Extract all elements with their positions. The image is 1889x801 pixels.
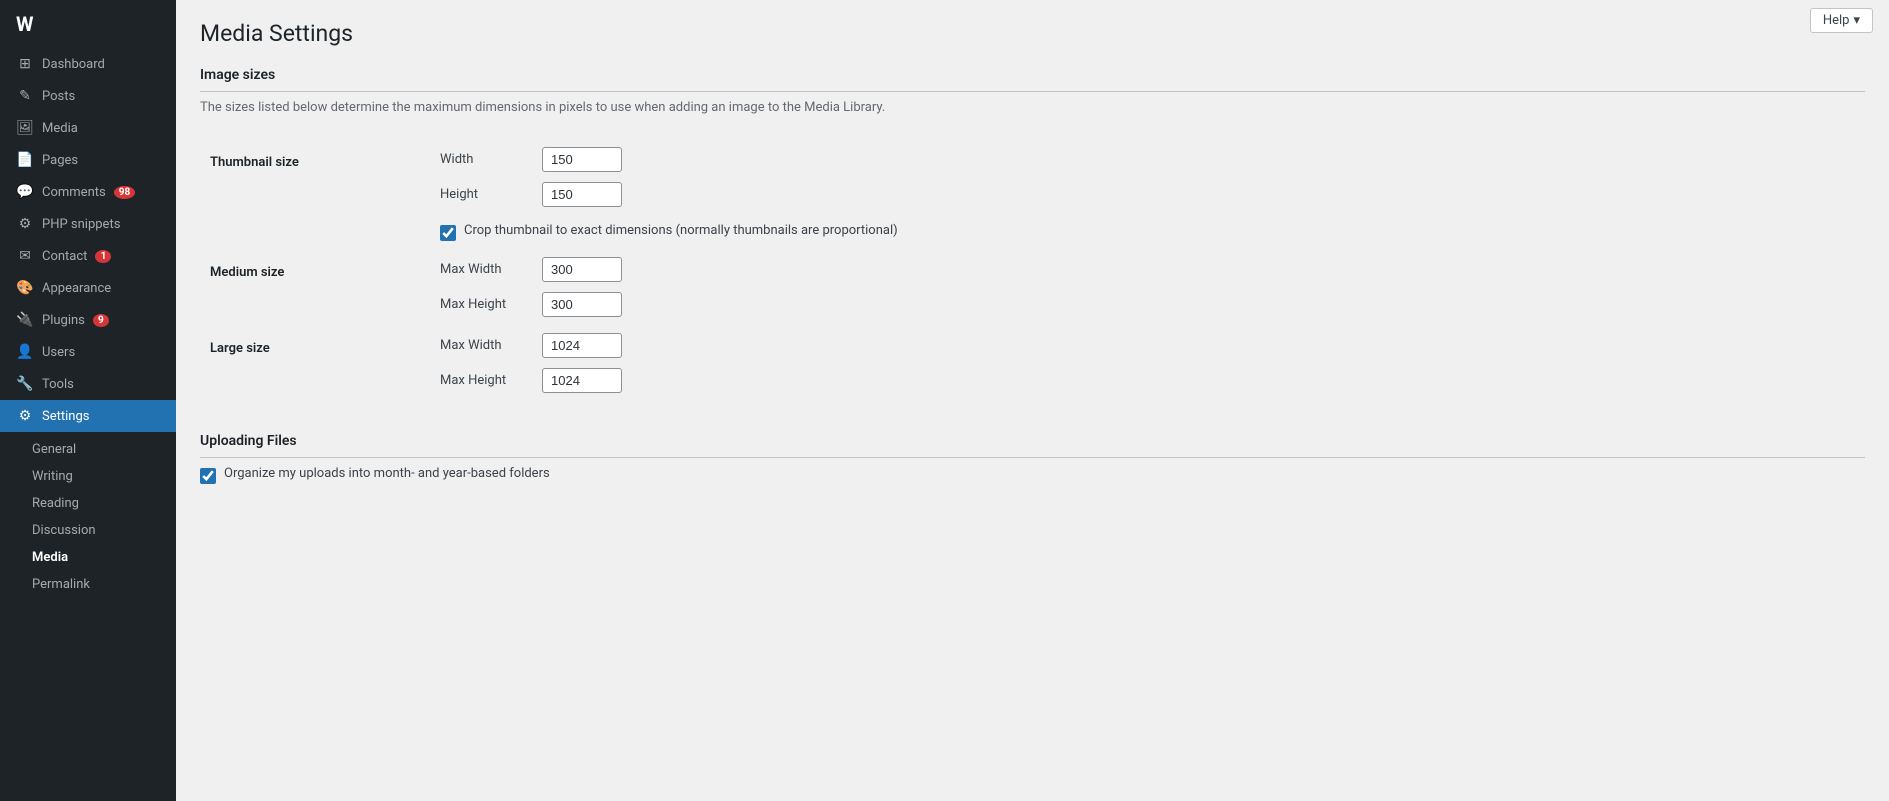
sidebar-item-label: Posts bbox=[42, 89, 75, 104]
large-size-label: Large size bbox=[200, 325, 420, 401]
thumbnail-height-row: Height bbox=[440, 182, 1855, 207]
thumbnail-size-fields: Width Height Crop thumbnail to exact dim… bbox=[420, 139, 1865, 249]
contact-icon: ✉ bbox=[16, 248, 34, 264]
media-icon: 🖼 bbox=[16, 120, 34, 136]
sidebar-item-label: Pages bbox=[42, 153, 78, 168]
sidebar-item-label: Appearance bbox=[42, 281, 111, 296]
thumbnail-size-row: Thumbnail size Width Height bbox=[200, 139, 1865, 249]
page-title: Media Settings bbox=[200, 20, 1865, 47]
sidebar-item-label: Contact bbox=[42, 249, 87, 264]
sidebar-item-appearance[interactable]: 🎨 Appearance bbox=[0, 272, 176, 304]
uploading-files-section: Uploading Files Organize my uploads into… bbox=[200, 433, 1865, 484]
medium-field-group: Max Width Max Height bbox=[440, 257, 1855, 317]
sidebar-item-label: Media bbox=[42, 121, 78, 136]
submenu-item-writing[interactable]: Writing bbox=[0, 463, 176, 490]
plugins-badge: 9 bbox=[93, 314, 109, 327]
sidebar-item-label: Tools bbox=[42, 377, 74, 392]
main-content: Media Settings Image sizes The sizes lis… bbox=[176, 0, 1889, 801]
image-sizes-section: Image sizes The sizes listed below deter… bbox=[200, 67, 1865, 401]
tools-icon: 🔧 bbox=[16, 376, 34, 392]
sidebar-item-media[interactable]: 🖼 Media bbox=[0, 112, 176, 144]
sidebar-item-pages[interactable]: 📄 Pages bbox=[0, 144, 176, 176]
sidebar-item-contact[interactable]: ✉ Contact 1 bbox=[0, 240, 176, 272]
large-field-group: Max Width Max Height bbox=[440, 333, 1855, 393]
sidebar-item-dashboard[interactable]: ⊞ Dashboard bbox=[0, 48, 176, 80]
sidebar-item-label: PHP snippets bbox=[42, 217, 120, 232]
settings-icon: ⚙ bbox=[16, 408, 34, 424]
medium-max-width-label: Max Width bbox=[440, 262, 530, 277]
organize-uploads-checkbox[interactable] bbox=[200, 468, 216, 484]
large-width-row: Max Width bbox=[440, 333, 1855, 358]
uploading-files-title: Uploading Files bbox=[200, 433, 1865, 458]
comments-badge: 98 bbox=[114, 186, 135, 199]
submenu-item-discussion[interactable]: Discussion bbox=[0, 517, 176, 544]
sidebar-item-plugins[interactable]: 🔌 Plugins 9 bbox=[0, 304, 176, 336]
medium-max-height-input[interactable] bbox=[542, 292, 622, 317]
settings-submenu: General Writing Reading Discussion Media… bbox=[0, 432, 176, 602]
medium-size-label: Medium size bbox=[200, 249, 420, 325]
dashboard-icon: ⊞ bbox=[16, 56, 34, 72]
large-max-height-label: Max Height bbox=[440, 373, 530, 388]
medium-width-row: Max Width bbox=[440, 257, 1855, 282]
sidebar-item-tools[interactable]: 🔧 Tools bbox=[0, 368, 176, 400]
submenu-item-permalink[interactable]: Permalink bbox=[0, 571, 176, 598]
submenu-item-media[interactable]: Media bbox=[0, 544, 176, 571]
medium-size-fields: Max Width Max Height bbox=[420, 249, 1865, 325]
sidebar-item-label: Settings bbox=[42, 409, 89, 424]
large-height-row: Max Height bbox=[440, 368, 1855, 393]
sidebar-item-label: Dashboard bbox=[42, 57, 105, 72]
large-max-width-input[interactable] bbox=[542, 333, 622, 358]
thumbnail-crop-label: Crop thumbnail to exact dimensions (norm… bbox=[464, 223, 898, 238]
chevron-down-icon: ▾ bbox=[1853, 13, 1860, 28]
thumbnail-field-group: Width Height Crop thumbnail to exact dim… bbox=[440, 147, 1855, 241]
appearance-icon: 🎨 bbox=[16, 280, 34, 296]
sidebar: W ⊞ Dashboard ✎ Posts 🖼 Media 📄 Pages 💬 … bbox=[0, 0, 176, 801]
sidebar-item-label: Plugins bbox=[42, 313, 85, 328]
medium-size-row: Medium size Max Width Max Height bbox=[200, 249, 1865, 325]
organize-uploads-label: Organize my uploads into month- and year… bbox=[224, 466, 550, 481]
sidebar-logo: W bbox=[0, 0, 176, 48]
large-max-width-label: Max Width bbox=[440, 338, 530, 353]
medium-max-width-input[interactable] bbox=[542, 257, 622, 282]
large-size-row: Large size Max Width Max Height bbox=[200, 325, 1865, 401]
image-sizes-table: Thumbnail size Width Height bbox=[200, 139, 1865, 401]
contact-badge: 1 bbox=[95, 250, 111, 263]
medium-height-row: Max Height bbox=[440, 292, 1855, 317]
medium-max-height-label: Max Height bbox=[440, 297, 530, 312]
sidebar-item-label: Users bbox=[42, 345, 75, 360]
posts-icon: ✎ bbox=[16, 88, 34, 104]
thumbnail-size-label: Thumbnail size bbox=[200, 139, 420, 249]
pages-icon: 📄 bbox=[16, 152, 34, 168]
help-label: Help bbox=[1823, 13, 1850, 28]
sidebar-item-php-snippets[interactable]: ⚙ PHP snippets bbox=[0, 208, 176, 240]
wp-logo-icon: W bbox=[16, 12, 34, 36]
sidebar-item-posts[interactable]: ✎ Posts bbox=[0, 80, 176, 112]
submenu-item-general[interactable]: General bbox=[0, 436, 176, 463]
sidebar-item-users[interactable]: 👤 Users bbox=[0, 336, 176, 368]
users-icon: 👤 bbox=[16, 344, 34, 360]
thumbnail-crop-checkbox[interactable] bbox=[440, 225, 456, 241]
image-sizes-title: Image sizes bbox=[200, 67, 1865, 92]
large-max-height-input[interactable] bbox=[542, 368, 622, 393]
large-size-fields: Max Width Max Height bbox=[420, 325, 1865, 401]
thumbnail-height-label: Height bbox=[440, 187, 530, 202]
sidebar-item-comments[interactable]: 💬 Comments 98 bbox=[0, 176, 176, 208]
sidebar-item-settings[interactable]: ⚙ Settings bbox=[0, 400, 176, 432]
thumbnail-height-input[interactable] bbox=[542, 182, 622, 207]
help-button[interactable]: Help ▾ bbox=[1810, 8, 1873, 33]
thumbnail-width-input[interactable] bbox=[542, 147, 622, 172]
plugins-icon: 🔌 bbox=[16, 312, 34, 328]
thumbnail-crop-row: Crop thumbnail to exact dimensions (norm… bbox=[440, 223, 1855, 241]
thumbnail-width-label: Width bbox=[440, 152, 530, 167]
sidebar-item-label: Comments bbox=[42, 185, 106, 200]
comments-icon: 💬 bbox=[16, 184, 34, 200]
php-snippets-icon: ⚙ bbox=[16, 216, 34, 232]
organize-uploads-row: Organize my uploads into month- and year… bbox=[200, 466, 1865, 484]
image-sizes-description: The sizes listed below determine the max… bbox=[200, 100, 1865, 115]
submenu-item-reading[interactable]: Reading bbox=[0, 490, 176, 517]
thumbnail-width-row: Width bbox=[440, 147, 1855, 172]
